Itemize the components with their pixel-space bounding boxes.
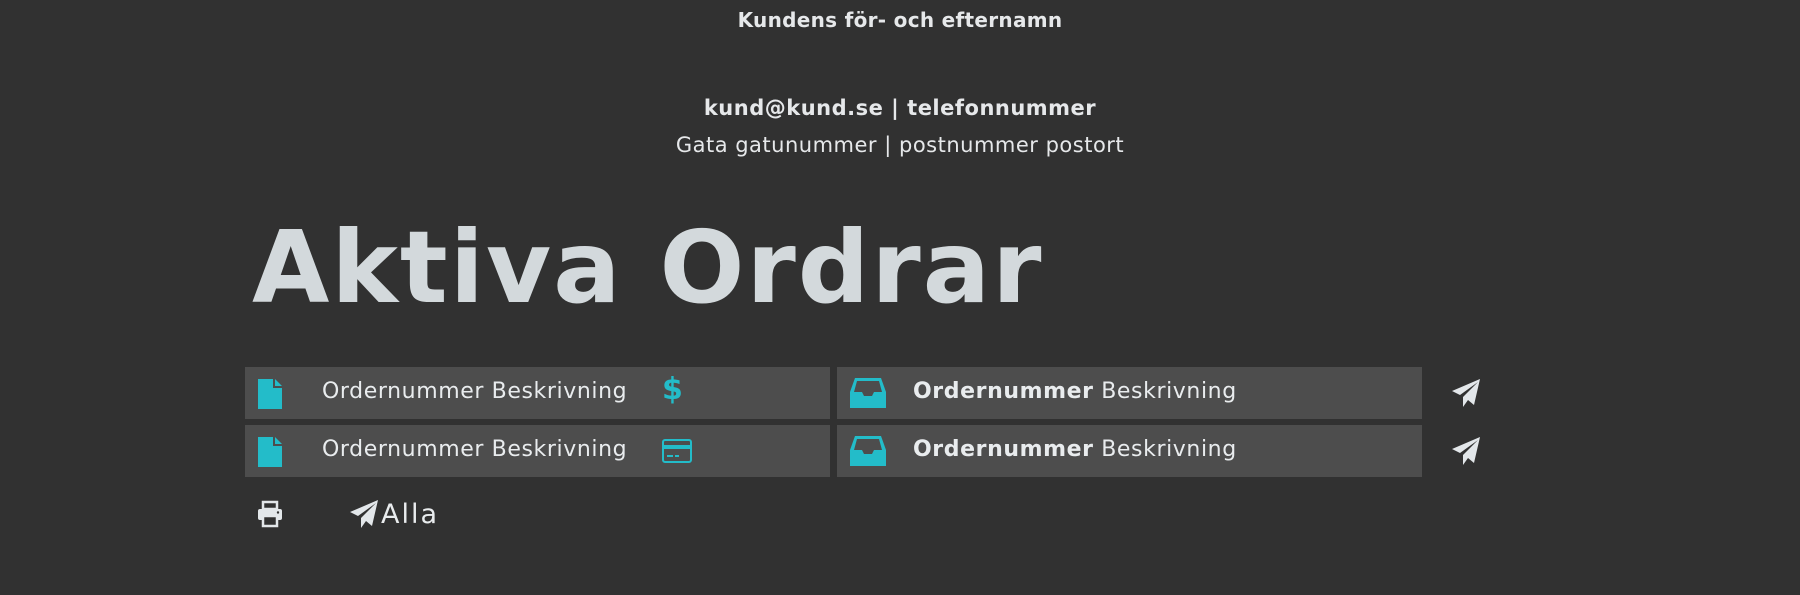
- order-text: Ordernummer Beskrivning: [913, 437, 1237, 462]
- customer-contact: kund@kund.se | telefonnummer: [703, 96, 1097, 120]
- order-row: Ordernummer Beskrivning Ordernummer Besk…: [0, 425, 1800, 477]
- order-description: Ordernummer Beskrivning: [322, 437, 628, 462]
- order-cell-left[interactable]: Ordernummer Beskrivning: [245, 425, 830, 477]
- order-text: Ordernummer Beskrivning: [913, 379, 1237, 404]
- send-all-button[interactable]: Alla: [349, 494, 439, 534]
- send-icon: [350, 500, 378, 528]
- order-actions: Alla: [0, 494, 1800, 534]
- order-description: Beskrivning: [1101, 379, 1237, 404]
- inbox-icon: [850, 378, 886, 408]
- order-cell-right[interactable]: Ordernummer Beskrivning: [837, 425, 1422, 477]
- credit-card-icon: [662, 439, 692, 463]
- order-number: Ordernummer: [913, 437, 1094, 462]
- file-icon: [258, 379, 282, 409]
- dollar-icon: $: [662, 372, 683, 407]
- send-icon[interactable]: [1451, 378, 1481, 408]
- order-cell-right[interactable]: Ordernummer Beskrivning: [837, 367, 1422, 419]
- customer-address: Gata gatunummer | postnummer postort: [675, 133, 1125, 157]
- order-description: Ordernummer Beskrivning: [322, 379, 628, 404]
- order-row: Ordernummer Beskrivning $ Ordernummer Be…: [0, 367, 1800, 419]
- order-number: Ordernummer: [913, 379, 1094, 404]
- customer-name: Kundens för- och efternamn: [737, 8, 1063, 32]
- print-icon[interactable]: [256, 500, 284, 528]
- inbox-icon: [850, 436, 886, 466]
- file-icon: [258, 437, 282, 467]
- send-all-label: Alla: [381, 498, 440, 530]
- order-cell-left[interactable]: Ordernummer Beskrivning $: [245, 367, 830, 419]
- send-icon[interactable]: [1451, 436, 1481, 466]
- page-title: Aktiva Ordrar: [252, 209, 1044, 326]
- order-description: Beskrivning: [1101, 437, 1237, 462]
